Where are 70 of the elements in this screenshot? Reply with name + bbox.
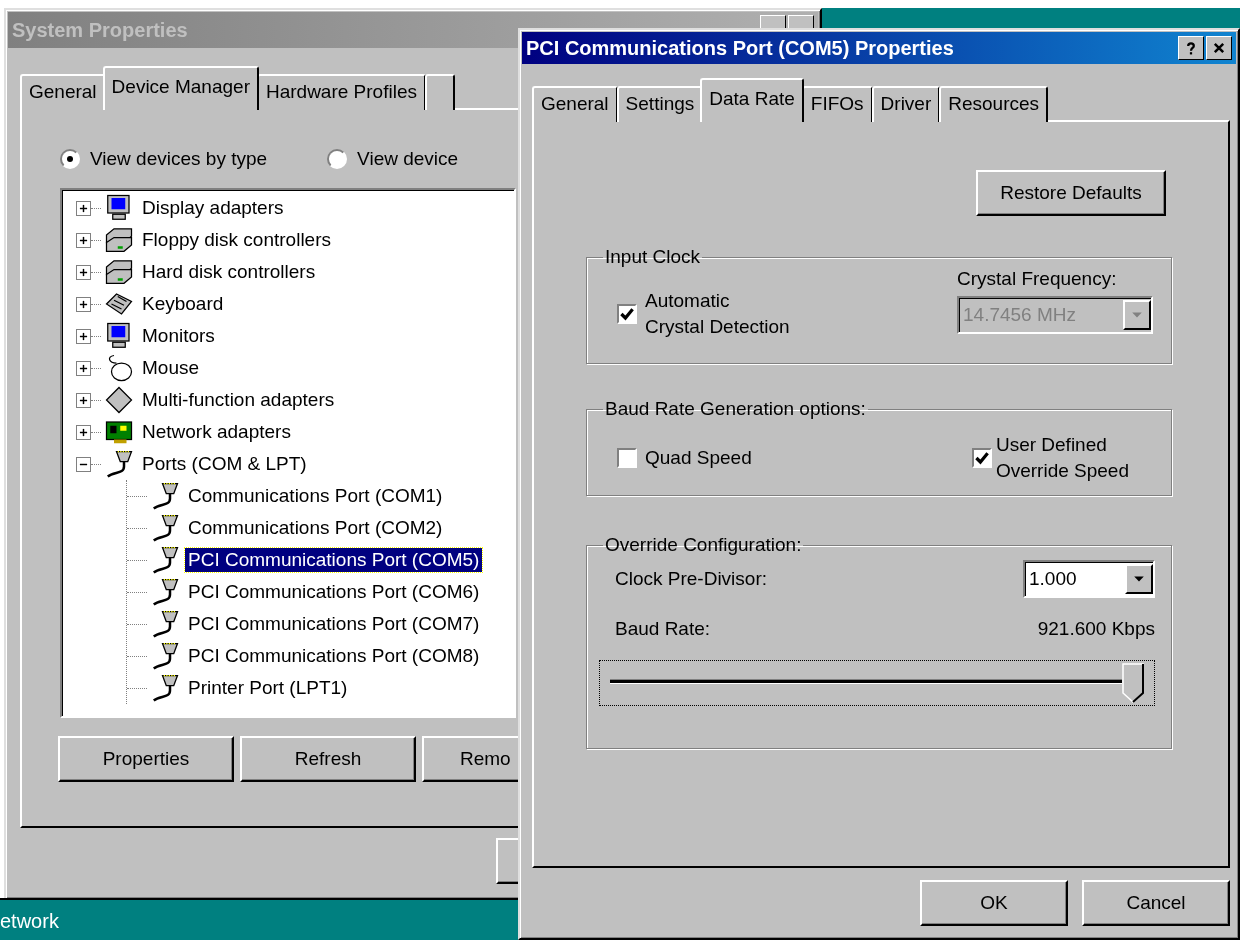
checkbox-label: Quad Speed <box>645 446 752 470</box>
tree-item[interactable]: Printer Port (LPT1) <box>185 676 351 700</box>
dialog-button[interactable]: Cancel <box>1082 880 1230 926</box>
diamond-icon <box>103 385 135 415</box>
tab[interactable]: General <box>532 86 618 122</box>
group-title: Input Clock <box>604 246 702 268</box>
tab[interactable]: Hardware Profiles <box>256 74 426 110</box>
radio-label: View devices by type <box>90 148 268 170</box>
tree-item[interactable]: Monitors <box>139 324 218 348</box>
tab[interactable]: FIFOs <box>801 86 873 122</box>
tab[interactable] <box>424 74 455 110</box>
field-label: Clock Pre-Divisor: <box>615 568 768 590</box>
dialog-button[interactable]: Refresh <box>240 736 416 782</box>
tree-item[interactable]: Network adapters <box>139 420 294 444</box>
tree-item[interactable]: PCI Communications Port (COM6) <box>185 580 483 604</box>
field-label: Crystal Frequency: <box>957 268 1118 290</box>
checkbox[interactable] <box>617 304 637 324</box>
expand-icon[interactable] <box>76 296 91 312</box>
expand-icon[interactable] <box>76 424 91 440</box>
tree-item[interactable]: PCI Communications Port (COM8) <box>185 644 483 668</box>
tree-item[interactable]: Hard disk controllers <box>139 260 319 284</box>
radio-button[interactable] <box>327 149 348 169</box>
dialog-button[interactable]: OK <box>920 880 1068 926</box>
question-mark-icon <box>1184 41 1198 55</box>
checkbox-label: Automatic Crystal Detection <box>645 289 790 339</box>
baud-rate-slider[interactable] <box>599 660 1155 706</box>
checkbox-label: User Defined Override Speed <box>995 433 1129 483</box>
expand-icon[interactable] <box>76 360 91 376</box>
tree-item[interactable]: Communications Port (COM1) <box>185 484 446 508</box>
dropdown-arrow-icon <box>1133 575 1145 583</box>
baud-rate-value: 921.600 Kbps <box>1037 618 1155 640</box>
dialog-button[interactable]: Remo <box>422 736 518 782</box>
tree-item[interactable]: PCI Communications Port (COM5) <box>185 548 483 572</box>
tree-item[interactable]: PCI Communications Port (COM7) <box>185 612 483 636</box>
tab[interactable]: General <box>20 74 106 110</box>
radio-label: View device <box>357 148 459 170</box>
drive-icon <box>103 225 135 255</box>
group-title: Override Configuration: <box>604 534 803 556</box>
tree-item[interactable]: Mouse <box>139 356 203 380</box>
dialog-button[interactable]: Properties <box>58 736 234 782</box>
tab[interactable]: Driver <box>871 86 941 122</box>
window-title: System Properties <box>12 18 188 42</box>
tab[interactable]: Device Manager <box>102 66 259 110</box>
radio-button[interactable] <box>60 149 80 169</box>
restore-defaults-button[interactable]: Restore Defaults <box>976 170 1166 216</box>
tree-item[interactable]: Display adapters <box>139 196 287 220</box>
expand-icon[interactable] <box>76 264 91 280</box>
tab[interactable]: Resources <box>939 86 1049 122</box>
checkbox[interactable] <box>971 448 992 468</box>
expand-icon[interactable] <box>76 232 91 248</box>
tree-item[interactable]: Multi-function adapters <box>139 388 338 412</box>
window-title: PCI Communications Port (COM5) Properties <box>526 36 954 60</box>
tree-item[interactable]: Keyboard <box>139 292 227 316</box>
expand-icon[interactable] <box>76 328 91 344</box>
slider-thumb[interactable] <box>1122 663 1144 703</box>
close-icon <box>1212 41 1226 55</box>
dropdown-arrow-icon <box>1131 311 1143 319</box>
taskbar-item[interactable]: etwork <box>0 909 59 933</box>
checkbox[interactable] <box>617 448 637 468</box>
drive-icon <box>103 257 135 287</box>
divisor-dropdown[interactable]: 1.000 <box>1023 560 1155 598</box>
collapse-icon[interactable] <box>76 456 91 472</box>
tab[interactable]: Data Rate <box>700 78 804 122</box>
field-label: Baud Rate: <box>615 618 711 640</box>
tree-item[interactable]: Communications Port (COM2) <box>185 516 446 540</box>
group-title: Baud Rate Generation options: <box>604 398 867 420</box>
expand-icon[interactable] <box>76 392 91 408</box>
expand-icon[interactable] <box>76 200 91 216</box>
tree-item[interactable]: Floppy disk controllers <box>139 228 335 252</box>
tree-item[interactable]: Ports (COM & LPT) <box>139 452 310 476</box>
